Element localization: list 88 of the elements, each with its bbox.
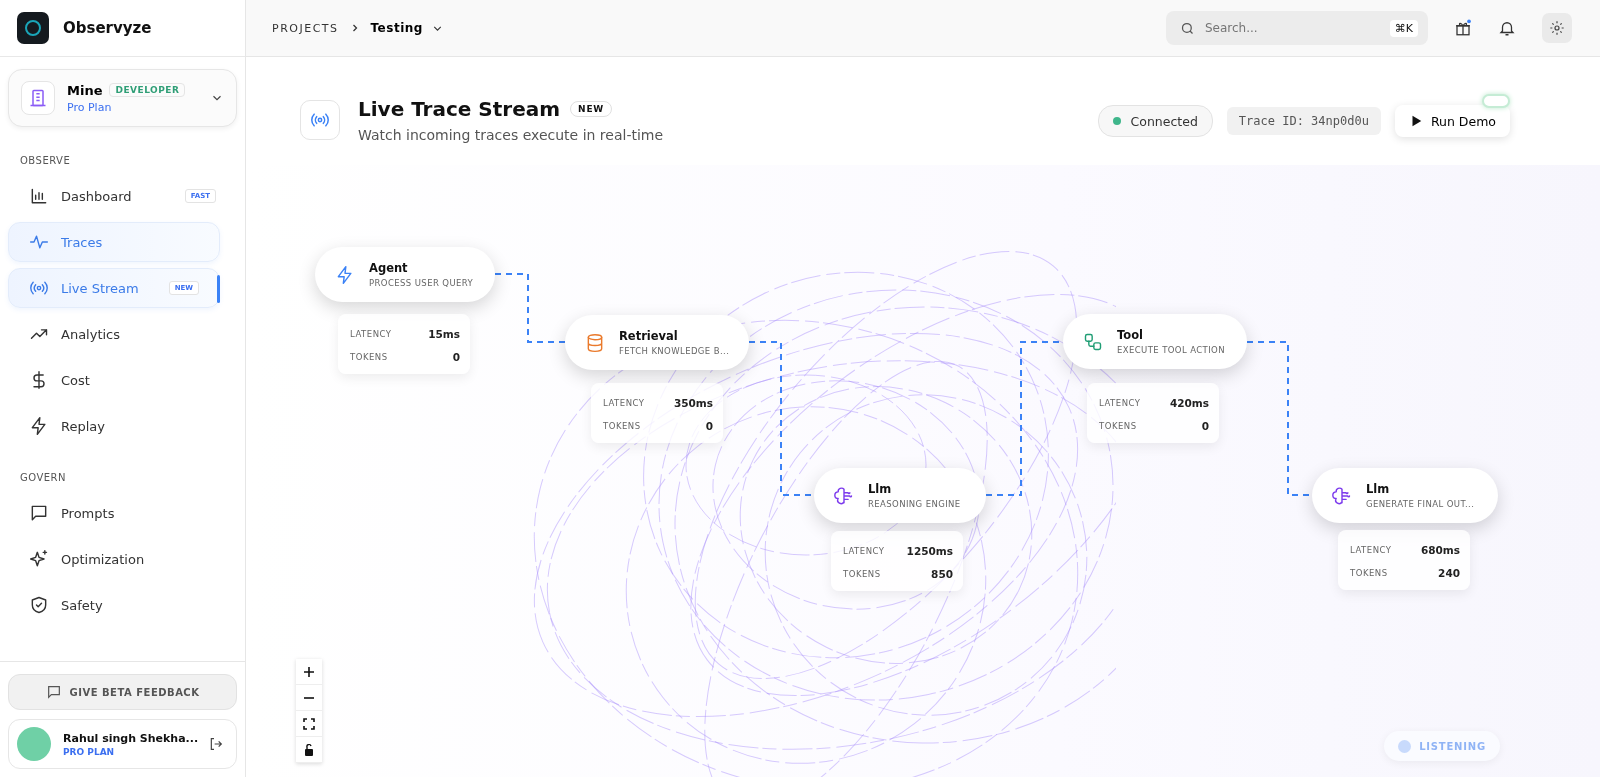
- listening-status: LISTENING: [1384, 731, 1500, 761]
- metric-label: LATENCY: [1099, 397, 1141, 408]
- metric-value: 420ms: [1169, 396, 1209, 409]
- trace-node[interactable]: Tool EXECUTE TOOL ACTION: [1063, 314, 1247, 369]
- zoom-in-button[interactable]: [296, 659, 322, 685]
- shield-check-icon: [29, 595, 49, 615]
- search-icon: [1180, 20, 1195, 36]
- logout-icon[interactable]: [208, 736, 224, 752]
- search-input[interactable]: Search...: [1203, 20, 1382, 36]
- settings-icon: [1549, 20, 1565, 36]
- metric-value: 850: [931, 567, 953, 580]
- page-title: Live Trace Stream: [358, 97, 561, 121]
- corners-icon: [303, 717, 315, 730]
- linked-squares-icon: [1083, 331, 1103, 352]
- node-subtitle: EXECUTE TOOL ACTION: [1117, 345, 1225, 355]
- node-title: Llm: [1366, 482, 1391, 496]
- connection-status: Connected: [1097, 105, 1213, 137]
- node-title: Retrieval: [619, 329, 679, 343]
- bar-chart-icon: [29, 186, 49, 206]
- metric-label: LATENCY: [603, 397, 645, 408]
- metric-label: TOKENS: [1099, 420, 1137, 431]
- trace-id: Trace ID: 34np0d0u: [1226, 107, 1381, 135]
- trace-node[interactable]: Agent PROCESS USER QUERY: [315, 247, 495, 302]
- shortcut-key: ⌘K: [1389, 19, 1418, 37]
- project-dropdown[interactable]: Testing: [370, 21, 444, 35]
- building-icon: [21, 81, 55, 115]
- metric-value: 0: [1201, 419, 1209, 432]
- metric-label: TOKENS: [843, 568, 881, 579]
- user-name: Rahul singh Shekha...: [63, 731, 196, 745]
- node-subtitle: REASONING ENGINE: [868, 499, 961, 509]
- section-heading: OBSERVE: [19, 154, 72, 168]
- metric-value: 15ms: [428, 327, 460, 340]
- node-subtitle: PROCESS USER QUERY: [369, 278, 474, 288]
- metric-label: LATENCY: [350, 328, 392, 339]
- node-title: Llm: [868, 482, 893, 496]
- breadcrumb-link[interactable]: PROJECTS: [272, 21, 339, 35]
- lock-icon: [303, 743, 315, 756]
- node-title: Tool: [1117, 328, 1145, 342]
- metric-value: 680ms: [1420, 543, 1460, 556]
- metric-value: 0: [452, 350, 460, 363]
- trace-node[interactable]: Llm GENERATE FINAL OUT...: [1312, 468, 1498, 523]
- metric-value: 350ms: [673, 396, 713, 409]
- plus-icon: [303, 665, 315, 678]
- database-icon: [585, 332, 605, 353]
- zoom-out-button[interactable]: [296, 685, 322, 711]
- node-subtitle: FETCH KNOWLEDGE B...: [619, 346, 730, 356]
- app-logo-icon: [17, 12, 49, 44]
- sidebar-item[interactable]: Cost: [8, 360, 237, 400]
- connector-line: [494, 273, 566, 343]
- brain-icon: [1332, 485, 1352, 506]
- gift-icon[interactable]: [1454, 19, 1472, 37]
- metric-label: LATENCY: [1350, 544, 1392, 555]
- brain-icon: [834, 485, 854, 506]
- toggle-switch[interactable]: [1482, 94, 1510, 108]
- trace-node[interactable]: Retrieval FETCH KNOWLEDGE B...: [565, 315, 749, 370]
- metric-label: TOKENS: [1350, 567, 1388, 578]
- trace-node[interactable]: Llm REASONING ENGINE: [814, 468, 986, 523]
- broadcast-icon: [300, 100, 340, 140]
- sidebar-item[interactable]: Traces: [8, 222, 220, 262]
- node-subtitle: GENERATE FINAL OUT...: [1366, 499, 1475, 509]
- settings-button[interactable]: [1542, 13, 1572, 43]
- bell-icon[interactable]: [1498, 19, 1516, 37]
- sidebar-item[interactable]: Replay: [8, 406, 237, 446]
- sidebar-item[interactable]: Optimization: [8, 539, 237, 579]
- metric-value: 0: [705, 419, 713, 432]
- metric-value: 240: [1438, 566, 1460, 579]
- sidebar-item[interactable]: Safety: [8, 585, 237, 625]
- page-subtitle: Watch incoming traces execute in real-time: [358, 127, 664, 143]
- speech-bubble-icon: [29, 503, 49, 523]
- app-name: Observyze: [63, 19, 152, 37]
- node-title: Agent: [369, 261, 409, 275]
- metric-label: LATENCY: [843, 545, 885, 556]
- metric-label: TOKENS: [603, 420, 641, 431]
- speech-bubble-icon: [45, 684, 62, 700]
- avatar: [17, 727, 51, 761]
- sparkle-icon: [29, 549, 49, 569]
- fit-view-button[interactable]: [296, 711, 322, 737]
- metric-value: 1250ms: [906, 544, 953, 557]
- feedback-button[interactable]: GIVE BETA FEEDBACK: [8, 674, 237, 710]
- lock-button[interactable]: [296, 737, 322, 763]
- run-demo-button[interactable]: Run Demo: [1394, 105, 1510, 137]
- sidebar-item[interactable]: Prompts: [8, 493, 237, 533]
- user-plan: PRO PLAN: [63, 746, 116, 757]
- workspace-switcher[interactable]: Mine DEVELOPER Pro Plan: [8, 69, 237, 127]
- sidebar-item[interactable]: Analytics: [8, 314, 237, 354]
- section-heading: GOVERN: [19, 471, 68, 485]
- search-field[interactable]: Search... ⌘K: [1166, 11, 1428, 45]
- metric-label: TOKENS: [350, 351, 388, 362]
